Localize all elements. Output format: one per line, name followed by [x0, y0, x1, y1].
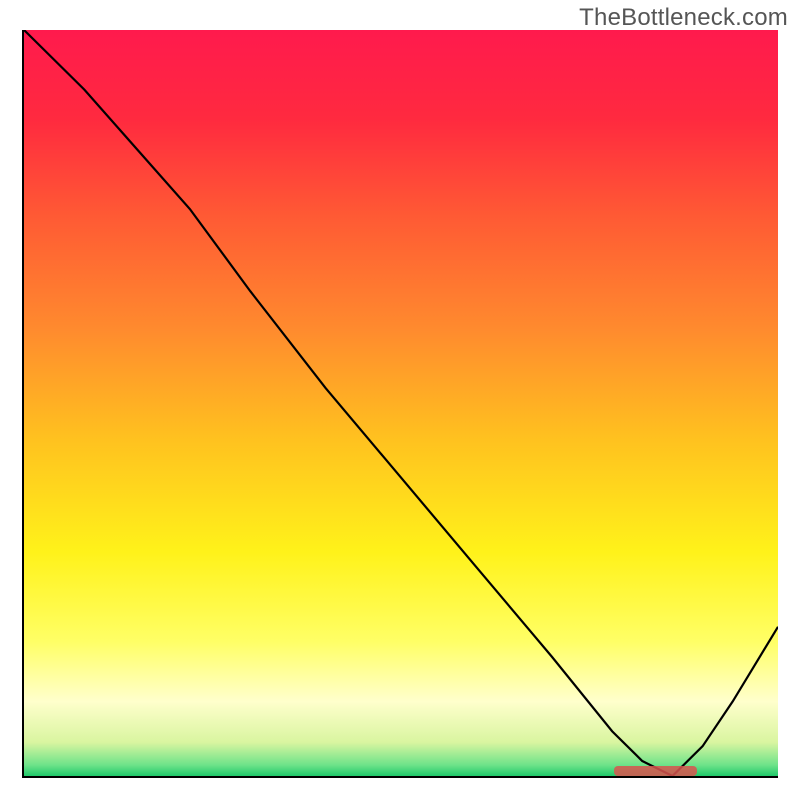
optimal-range-marker — [614, 766, 697, 776]
plot-svg — [24, 30, 778, 776]
plot-area — [22, 30, 778, 778]
watermark-label: TheBottleneck.com — [579, 4, 788, 32]
chart-canvas: TheBottleneck.com — [0, 0, 800, 800]
gradient-fill — [24, 30, 778, 776]
